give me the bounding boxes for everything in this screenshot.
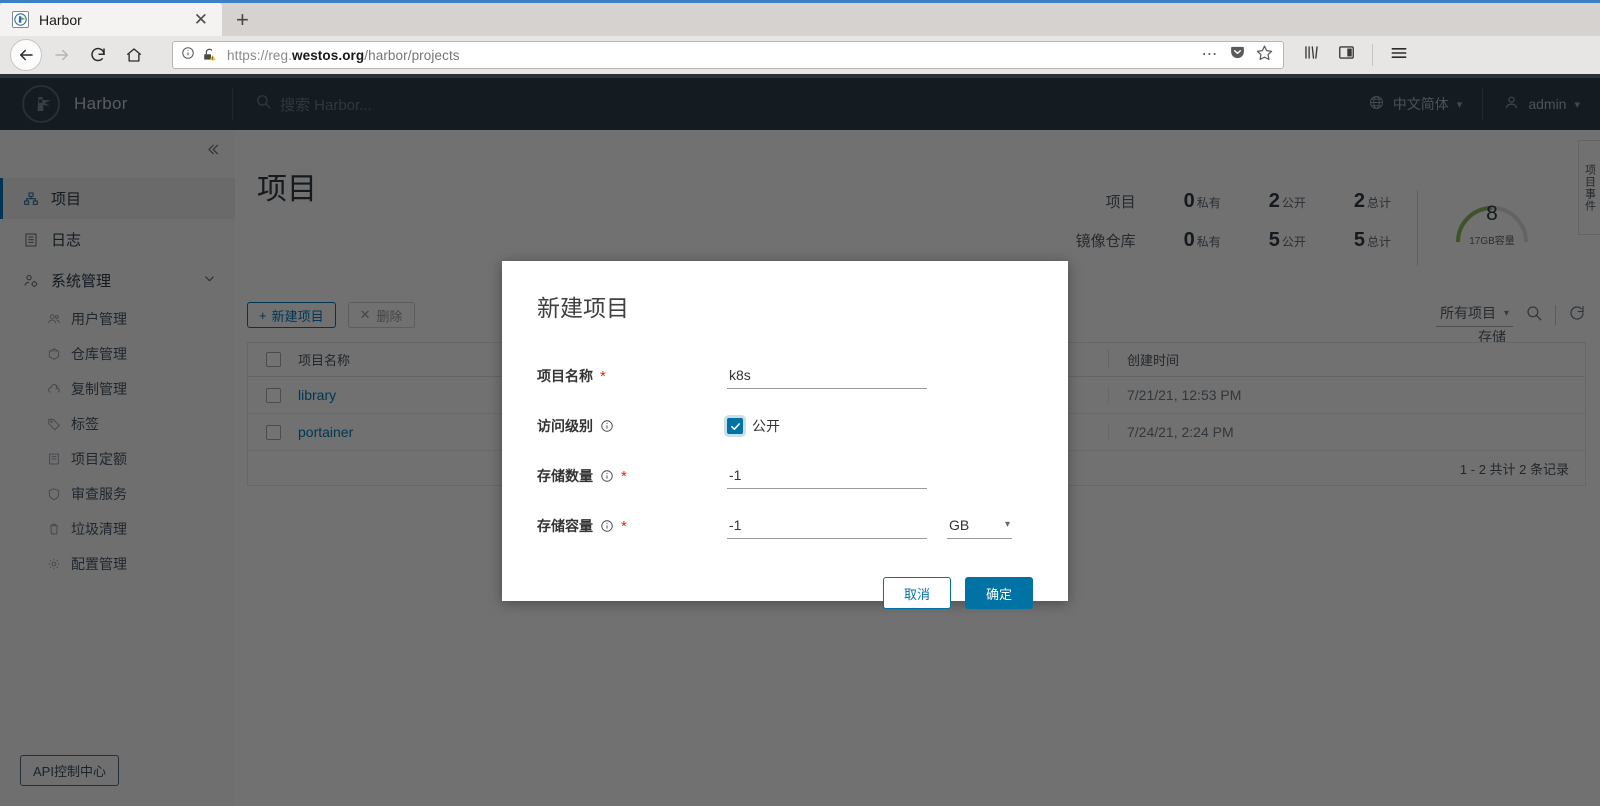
field-project-name: 项目名称 * — [537, 351, 1033, 401]
star-icon[interactable] — [1256, 44, 1273, 66]
reload-icon[interactable] — [82, 39, 114, 71]
required-asterisk: * — [621, 517, 627, 535]
modal-title: 新建项目 — [537, 295, 629, 321]
public-checkbox-label: 公开 — [752, 418, 780, 434]
browser-toolbar-right — [1292, 43, 1409, 68]
field-label: 项目名称 * — [537, 367, 606, 385]
ellipsis-icon[interactable]: ⋯ — [1202, 47, 1220, 63]
browser-navbar: https://reg.westos.org/harbor/projects ⋯ — [0, 36, 1600, 74]
browser-tab-title: Harbor — [39, 11, 82, 28]
harbor-favicon — [12, 11, 29, 28]
cancel-button[interactable]: 取消 — [883, 577, 951, 609]
storage-count-input[interactable] — [727, 463, 927, 489]
info-circle-icon[interactable] — [600, 419, 614, 433]
field-label: 存储容量 * — [537, 517, 627, 535]
browser-tabstrip: Harbor ✕ + — [0, 0, 1600, 36]
project-name-input[interactable] — [727, 363, 927, 389]
forward-arrow-icon — [46, 39, 78, 71]
info-circle-icon[interactable] — [600, 519, 614, 533]
info-circle-icon[interactable] — [181, 46, 195, 65]
capacity-unit-select[interactable]: GB ▾ — [947, 514, 1012, 539]
public-checkbox-row[interactable]: 公开 — [727, 416, 780, 436]
confirm-button[interactable]: 确定 — [965, 577, 1033, 609]
modal-footer: 取消 确定 — [537, 577, 1033, 609]
hamburger-menu-icon[interactable] — [1389, 43, 1409, 68]
library-icon[interactable] — [1302, 43, 1321, 67]
pocket-icon[interactable] — [1229, 44, 1246, 66]
home-icon[interactable] — [118, 39, 150, 71]
field-label: 存储数量 * — [537, 467, 627, 485]
required-asterisk: * — [600, 367, 606, 385]
toolbar-divider — [1372, 44, 1373, 66]
browser-chrome: Harbor ✕ + https://reg.westos.org/harbor… — [0, 0, 1600, 78]
sidebar-icon[interactable] — [1337, 43, 1356, 67]
url-bar[interactable]: https://reg.westos.org/harbor/projects ⋯ — [172, 41, 1284, 69]
field-label: 访问级别 — [537, 416, 727, 436]
field-storage-count: 存储数量 * — [537, 451, 1033, 501]
new-tab-button[interactable]: + — [222, 3, 263, 36]
close-icon[interactable]: ✕ — [188, 11, 214, 28]
check-icon — [730, 422, 740, 430]
required-asterisk: * — [621, 467, 627, 485]
capacity-unit-value: GB — [949, 516, 970, 533]
broken-lock-warning-icon[interactable] — [202, 48, 217, 63]
public-checkbox[interactable] — [727, 418, 743, 434]
info-circle-icon[interactable] — [600, 469, 614, 483]
new-project-modal: 新建项目 项目名称 * 访问级别 公开 — [502, 261, 1068, 609]
harbor-application: Harbor 搜索 Harbor... 中文简体 ▾ admin — [0, 78, 1600, 806]
chevron-down-icon: ▾ — [1004, 519, 1010, 530]
storage-capacity-input[interactable] — [727, 513, 927, 539]
field-access-level: 访问级别 公开 — [537, 401, 1033, 451]
field-storage-capacity: 存储容量 * GB ▾ — [537, 501, 1033, 551]
browser-tab[interactable]: Harbor ✕ — [0, 3, 222, 36]
back-arrow-icon[interactable] — [10, 39, 42, 71]
url-text: https://reg.westos.org/harbor/projects — [227, 47, 460, 63]
